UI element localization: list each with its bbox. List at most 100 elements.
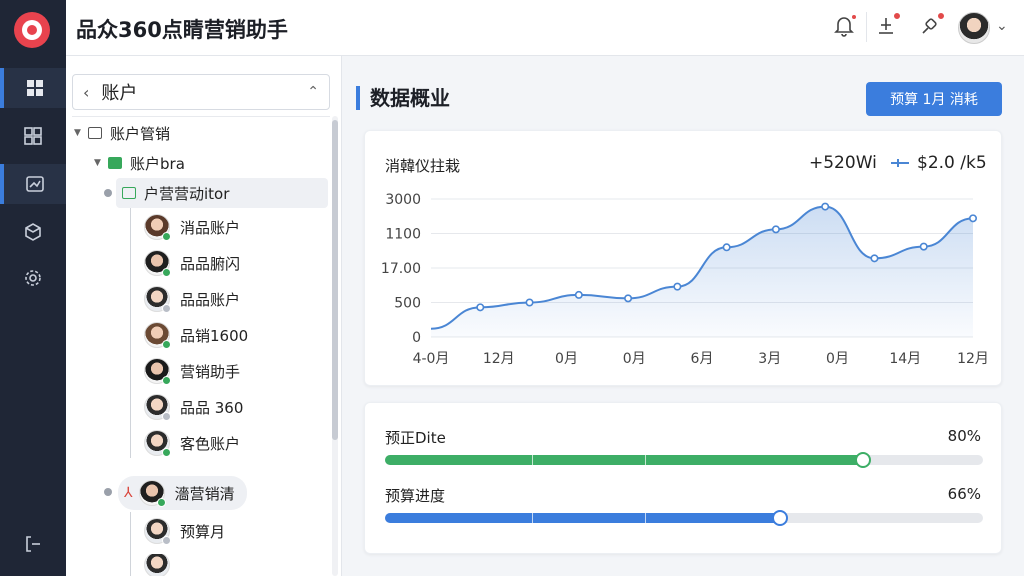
user-item-label: 品品腑闪 (180, 254, 241, 273)
user-item[interactable]: 品销1600 (144, 320, 248, 350)
box-icon[interactable] (0, 212, 66, 252)
folder-icon (88, 127, 102, 139)
user-item[interactable]: 品品 360 (144, 392, 243, 422)
data-point[interactable] (968, 214, 977, 223)
bell-icon[interactable] (832, 13, 858, 40)
user-item[interactable]: 客色账户 (144, 428, 240, 458)
tree-node-label: 户营营动itor (144, 184, 230, 203)
data-point[interactable] (919, 242, 928, 251)
y-tick-label: 17.00 (381, 261, 421, 277)
user-item[interactable] (144, 554, 180, 576)
tree-node-label: 账户bra (130, 154, 185, 173)
x-tick-label: 0月 (826, 351, 849, 367)
progress-label: 预算进度 (385, 487, 446, 505)
nav-rail (0, 0, 66, 576)
avatar (144, 394, 171, 421)
user-item-selected[interactable]: ⅄ 濇营销清 (118, 476, 247, 510)
data-point[interactable] (624, 294, 633, 303)
tree-scrollbar[interactable] (332, 116, 338, 576)
progress-knob[interactable] (771, 510, 788, 526)
x-tick-label: 0月 (555, 351, 578, 367)
data-point[interactable] (673, 282, 682, 291)
user-item-label: 消品账户 (180, 218, 241, 237)
chevron-left-icon[interactable]: ‹ (83, 83, 89, 102)
avatar (144, 322, 171, 349)
data-point[interactable] (771, 225, 780, 234)
user-item-label: 品品账户 (180, 290, 241, 309)
data-point[interactable] (574, 290, 583, 299)
avatar (144, 214, 171, 241)
y-tick-label: 0 (412, 330, 421, 346)
account-selector[interactable]: ‹ 账户 ⌃ (72, 74, 330, 110)
progress-label: 预正Dite (385, 429, 446, 447)
dashboard-icon[interactable] (0, 68, 66, 108)
user-item-label: 濇营销清 (174, 484, 235, 503)
avatar (144, 286, 171, 313)
avatar (144, 358, 171, 385)
user-item-label: 营销助手 (180, 362, 241, 381)
settings-icon[interactable] (0, 258, 66, 298)
app-title: 品众360点睛营销助手 (76, 18, 288, 42)
progress-card: 预正Dite 80% 预算进度 66% (364, 402, 1002, 554)
account-tree-panel: ‹ 账户 ⌃ ▼ 账户管销 ▼ 账户bra 户营营动itor 消品账户 品品腑闪… (66, 56, 342, 576)
data-point[interactable] (821, 202, 830, 211)
progress-fill (385, 513, 780, 523)
tree-node[interactable]: ▼ 账户管销 (74, 122, 170, 144)
chevron-down-icon[interactable]: ⌄ (996, 18, 1008, 34)
progress-bar (385, 452, 983, 468)
grid-icon[interactable] (0, 116, 66, 156)
progress-knob[interactable] (855, 452, 872, 468)
y-tick-label: 500 (394, 296, 421, 312)
x-tick-label: 4-0月 (413, 351, 450, 367)
user-item-label: 品销1600 (180, 326, 249, 345)
user-avatar[interactable] (958, 12, 990, 44)
account-selector-label: 账户 (101, 83, 138, 104)
user-item-label: 预算月 (180, 522, 226, 541)
user-item[interactable]: 营销助手 (144, 356, 240, 386)
user-item[interactable]: 消品账户 (144, 212, 240, 242)
x-tick-label: 14月 (889, 351, 921, 367)
page-title: 数据概业 (356, 86, 450, 110)
chevron-up-icon[interactable]: ⌃ (307, 84, 319, 100)
trend-chart: 3000 1100 17.00 500 0 4-0月 12月 0月 0月 6月 3月 0月 14月 12月 (381, 192, 989, 367)
logout-icon[interactable] (0, 524, 66, 564)
data-point[interactable] (476, 303, 485, 312)
series-area (431, 206, 973, 337)
avatar (138, 480, 166, 507)
user-item-label: 客色账户 (180, 434, 241, 453)
x-tick-label: 0月 (623, 351, 646, 367)
notification-icon[interactable] (874, 11, 902, 40)
progress-fill (385, 455, 864, 465)
tree-node-selected[interactable]: 户营营动itor (116, 178, 328, 208)
avatar (144, 554, 170, 576)
message-icon[interactable] (918, 11, 946, 40)
progress-value: 80% (947, 427, 981, 445)
folder-icon (108, 157, 122, 169)
avatar (144, 250, 171, 277)
caret-down-icon[interactable]: ▼ (74, 128, 88, 138)
tree-node-label: 账户管销 (110, 124, 171, 143)
x-tick-label: 12月 (483, 351, 515, 367)
user-item[interactable]: 品品腑闪 (144, 248, 240, 278)
budget-button[interactable]: 预算 1月 消耗 (866, 82, 1002, 116)
x-tick-label: 3月 (758, 351, 781, 367)
x-tick-label: 6月 (691, 351, 714, 367)
data-point[interactable] (870, 254, 879, 263)
user-item[interactable]: 品品账户 (144, 284, 240, 314)
tree-node[interactable]: ▼ 账户bra (94, 152, 185, 174)
user-item[interactable]: 预算月 (144, 516, 225, 546)
progress-bar (385, 510, 983, 526)
data-point[interactable] (525, 298, 534, 307)
progress-value: 66% (947, 485, 981, 503)
caret-down-icon[interactable]: ▼ (94, 158, 108, 168)
top-header: 品众360点睛营销助手 ⌄ (66, 0, 1024, 56)
report-icon[interactable] (0, 164, 66, 204)
y-tick-label: 3000 (385, 192, 421, 208)
app-logo (14, 12, 50, 48)
y-tick-label: 1100 (385, 227, 421, 243)
folder-icon (122, 187, 136, 199)
avatar (144, 518, 171, 545)
data-point[interactable] (722, 243, 731, 252)
trend-chart-card: 消韓仪拄栽 +520Wi $2.0 /k5 3000 1100 17.00 500 0 4… (364, 130, 1002, 386)
avatar (144, 430, 171, 457)
